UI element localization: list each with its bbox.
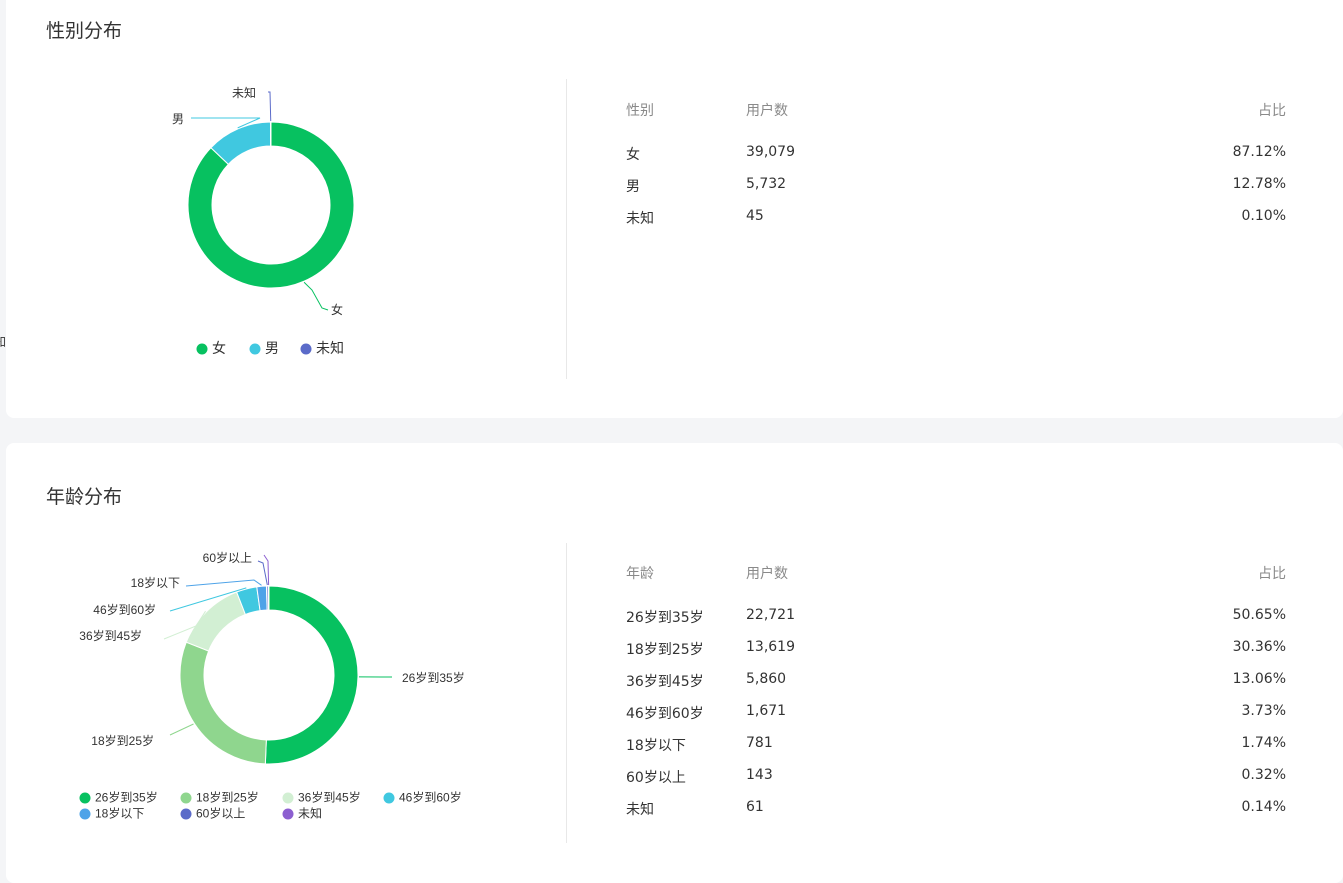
table-header: 性别 用户数 占比	[626, 100, 1286, 132]
table-row: 36岁到45岁 5,860 13.06%	[626, 671, 1286, 703]
header-ratio: 占比	[1258, 563, 1286, 583]
slice-label: 26岁到35岁	[402, 670, 465, 685]
table-row: 女 39,079 87.12%	[626, 144, 1286, 176]
row-ratio: 0.10%	[1242, 208, 1286, 224]
legend-marker[interactable]	[384, 793, 395, 804]
slice-label: 46岁到60岁	[93, 602, 156, 617]
row-ratio: 0.14%	[1242, 799, 1286, 815]
row-users: 5,732	[746, 176, 786, 192]
leader-line	[258, 561, 267, 585]
table-row: 男 5,732 12.78%	[626, 176, 1286, 208]
leader-line	[304, 282, 328, 310]
legend-marker[interactable]	[80, 793, 91, 804]
donut-slice[interactable]	[180, 642, 266, 764]
row-ratio: 3.73%	[1242, 703, 1286, 719]
row-ratio: 12.78%	[1233, 176, 1286, 192]
slice-label: 女	[331, 302, 343, 317]
legend-label[interactable]: 46岁到60岁	[399, 790, 462, 805]
legend-label[interactable]: 男	[265, 340, 279, 356]
table-row: 18岁以下 781 1.74%	[626, 735, 1286, 767]
legend-label[interactable]: 未知	[298, 807, 322, 821]
row-users: 1,671	[746, 703, 786, 719]
slice-label: 18岁以下	[131, 575, 180, 590]
slice-label: 未知	[232, 86, 256, 100]
row-users: 39,079	[746, 144, 795, 160]
row-label: 男	[626, 176, 640, 196]
legend-label[interactable]: 26岁到35岁	[95, 790, 158, 805]
row-label: 未知	[626, 799, 654, 819]
row-users: 5,860	[746, 671, 786, 687]
donut-slice[interactable]	[268, 586, 269, 610]
gender-table: 性别 用户数 占比 女 39,079 87.12% 男 5,732 12.78%…	[626, 100, 1286, 240]
slice-label: 未知	[0, 335, 6, 349]
donut-slice[interactable]	[270, 122, 271, 146]
row-users: 45	[746, 208, 764, 224]
row-ratio: 1.74%	[1242, 735, 1286, 751]
row-ratio: 0.32%	[1242, 767, 1286, 783]
legend-marker[interactable]	[80, 809, 91, 820]
age-donut-chart: 26岁到35岁18岁到25岁36岁到45岁46岁到60岁18岁以下60岁以上未知…	[6, 443, 566, 863]
row-users: 143	[746, 767, 773, 783]
legend-label[interactable]: 18岁以下	[95, 806, 144, 821]
legend-marker[interactable]	[181, 793, 192, 804]
row-label: 36岁到45岁	[626, 671, 704, 691]
row-label: 18岁以下	[626, 735, 686, 755]
row-ratio: 13.06%	[1233, 671, 1286, 687]
table-row: 60岁以上 143 0.32%	[626, 767, 1286, 799]
row-label: 未知	[626, 208, 654, 228]
table-row: 46岁到60岁 1,671 3.73%	[626, 703, 1286, 735]
legend-marker[interactable]	[283, 809, 294, 820]
header-users: 用户数	[746, 100, 788, 120]
legend-label[interactable]: 女	[212, 340, 226, 356]
legend-marker[interactable]	[181, 809, 192, 820]
slice-label: 36岁到45岁	[79, 628, 142, 643]
age-table: 年龄 用户数 占比 26岁到35岁 22,721 50.65% 18岁到25岁 …	[626, 563, 1286, 831]
row-users: 22,721	[746, 607, 795, 623]
slice-label: 男	[172, 112, 184, 126]
divider	[566, 543, 567, 843]
table-row: 18岁到25岁 13,619 30.36%	[626, 639, 1286, 671]
legend-label[interactable]: 36岁到45岁	[298, 790, 361, 805]
slice-label: 18岁到25岁	[91, 733, 154, 748]
table-row: 未知 61 0.14%	[626, 799, 1286, 831]
legend-marker[interactable]	[197, 344, 208, 355]
row-label: 26岁到35岁	[626, 607, 704, 627]
legend-label[interactable]: 未知	[316, 340, 344, 356]
row-label: 60岁以上	[626, 767, 686, 787]
header-ratio: 占比	[1258, 100, 1286, 120]
row-users: 13,619	[746, 639, 795, 655]
gender-donut-chart: 女男未知女男未知	[6, 0, 566, 410]
leader-line	[186, 580, 262, 586]
table-row: 未知 45 0.10%	[626, 208, 1286, 240]
row-label: 46岁到60岁	[626, 703, 704, 723]
donut-slice[interactable]	[265, 586, 358, 764]
header-gender: 性别	[626, 100, 654, 120]
legend-marker[interactable]	[301, 344, 312, 355]
row-label: 18岁到25岁	[626, 639, 704, 659]
row-ratio: 30.36%	[1233, 639, 1286, 655]
table-row: 26岁到35岁 22,721 50.65%	[626, 607, 1286, 639]
row-users: 61	[746, 799, 764, 815]
legend-marker[interactable]	[283, 793, 294, 804]
table-header: 年龄 用户数 占比	[626, 563, 1286, 595]
row-label: 女	[626, 144, 640, 164]
slice-label: 60岁以上	[203, 550, 252, 565]
age-card: 年龄分布 26岁到35岁18岁到25岁36岁到45岁46岁到60岁18岁以下60…	[6, 443, 1343, 883]
row-ratio: 87.12%	[1233, 144, 1286, 160]
legend-marker[interactable]	[250, 344, 261, 355]
leader-line	[170, 724, 194, 735]
header-age: 年龄	[626, 563, 654, 583]
legend-label[interactable]: 18岁到25岁	[196, 790, 259, 805]
row-ratio: 50.65%	[1233, 607, 1286, 623]
header-users: 用户数	[746, 563, 788, 583]
leader-line	[268, 92, 271, 121]
row-users: 781	[746, 735, 773, 751]
divider	[566, 79, 567, 379]
gender-card: 性别分布 女男未知女男未知 性别 用户数 占比 女 39,079 87.12% …	[6, 0, 1343, 418]
donut-slice[interactable]	[186, 592, 245, 651]
legend-label[interactable]: 60岁以上	[196, 806, 245, 821]
